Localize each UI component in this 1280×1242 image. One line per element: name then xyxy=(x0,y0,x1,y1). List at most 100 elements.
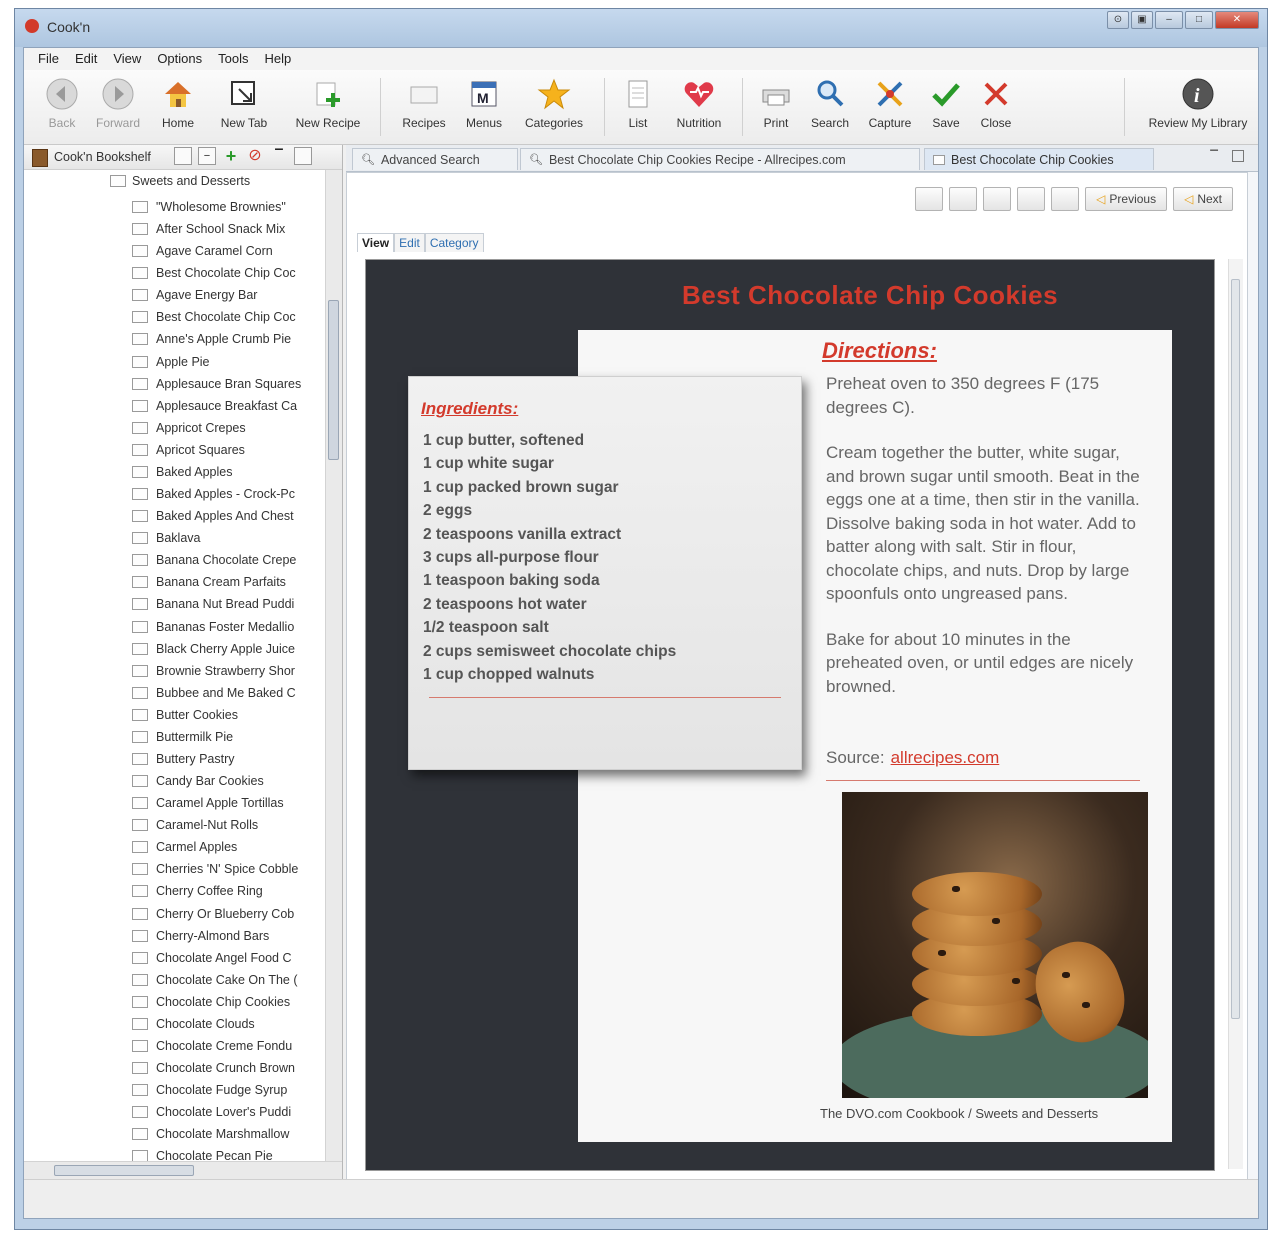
tree-item[interactable]: Apricot Squares xyxy=(132,439,322,461)
back-button[interactable]: Back xyxy=(32,76,92,130)
tree-item[interactable]: Anne's Apple Crumb Pie xyxy=(132,328,322,350)
tree-item[interactable]: After School Snack Mix xyxy=(132,218,322,240)
new-tab-button[interactable]: New Tab xyxy=(214,76,274,130)
tree-item[interactable]: Best Chocolate Chip Coc xyxy=(132,306,322,328)
tree-item[interactable]: Banana Chocolate Crepe xyxy=(132,549,322,571)
review-library-button[interactable]: i Review My Library xyxy=(1136,76,1260,130)
tree-item[interactable]: Black Cherry Apple Juice xyxy=(132,638,322,660)
tree-item[interactable]: Chocolate Marshmallow xyxy=(132,1123,322,1145)
extra-window-button-2[interactable]: ▣ xyxy=(1131,11,1153,29)
minimize-button[interactable]: – xyxy=(1155,11,1183,29)
menus-button[interactable]: M Menus xyxy=(454,76,514,130)
tree-item[interactable]: Brownie Strawberry Shor xyxy=(132,660,322,682)
menu-view[interactable]: View xyxy=(105,48,149,70)
tree-item[interactable]: Cherry-Almond Bars xyxy=(132,925,322,947)
print-button[interactable]: Print xyxy=(746,76,806,130)
menu-tools[interactable]: Tools xyxy=(210,48,256,70)
tree-item[interactable]: Applesauce Breakfast Ca xyxy=(132,395,322,417)
tree-item[interactable]: Best Chocolate Chip Coc xyxy=(132,262,322,284)
tree-item[interactable]: Chocolate Chip Cookies xyxy=(132,991,322,1013)
tree-item[interactable]: Baked Apples - Crock-Pc xyxy=(132,483,322,505)
extra-window-button[interactable]: ⊙ xyxy=(1107,11,1129,29)
tree-item[interactable]: Appricot Crepes xyxy=(132,417,322,439)
tree-item[interactable]: Applesauce Bran Squares xyxy=(132,373,322,395)
nav-button-2[interactable] xyxy=(949,187,978,211)
panel-minimize-icon[interactable]: ▔ xyxy=(270,147,288,165)
new-recipe-button[interactable]: New Recipe xyxy=(288,76,368,130)
panel-maximize-icon[interactable] xyxy=(294,147,312,165)
tree-item[interactable]: Apple Pie xyxy=(132,351,322,373)
close-button[interactable]: Close xyxy=(966,76,1026,130)
tree-item[interactable]: Cherry Or Blueberry Cob xyxy=(132,903,322,925)
tree-item[interactable]: Bananas Foster Medallio xyxy=(132,616,322,638)
collapse-tool-icon[interactable]: − xyxy=(198,147,216,165)
search-button[interactable]: Search xyxy=(800,76,860,130)
tree-item[interactable]: Baked Apples And Chest xyxy=(132,505,322,527)
menu-help[interactable]: Help xyxy=(256,48,299,70)
tree-item[interactable]: Buttermilk Pie xyxy=(132,726,322,748)
tree-horizontal-scrollbar[interactable] xyxy=(24,1161,342,1180)
folder-tool-icon[interactable] xyxy=(174,147,192,165)
tab-advanced-search[interactable]: 🔍︎ Advanced Search xyxy=(352,148,518,170)
forward-button[interactable]: Forward xyxy=(88,76,148,130)
tabs-minimize-icon[interactable]: ▔ xyxy=(1210,151,1218,162)
add-icon[interactable]: + xyxy=(222,147,240,165)
close-window-button[interactable]: ✕ xyxy=(1215,11,1259,29)
delete-icon[interactable]: ⊘ xyxy=(246,147,264,165)
menu-file[interactable]: File xyxy=(30,48,67,70)
tree-item[interactable]: Chocolate Creme Fondu xyxy=(132,1035,322,1057)
nav-button-3[interactable] xyxy=(983,187,1012,211)
tree-item[interactable]: Agave Energy Bar xyxy=(132,284,322,306)
tree-scroll-thumb[interactable] xyxy=(328,300,339,460)
nav-button-5[interactable] xyxy=(1051,187,1080,211)
menu-edit[interactable]: Edit xyxy=(67,48,105,70)
tree-item[interactable]: Baklava xyxy=(132,527,322,549)
tree-hscroll-thumb[interactable] xyxy=(54,1165,194,1176)
tree-item[interactable]: Carmel Apples xyxy=(132,836,322,858)
tree-item[interactable]: Cherries 'N' Spice Cobble xyxy=(132,858,322,880)
tree-item[interactable]: Bubbee and Me Baked C xyxy=(132,682,322,704)
previous-button[interactable]: ◁ Previous xyxy=(1085,187,1168,211)
tab-recipe[interactable]: Best Chocolate Chip Cookies xyxy=(924,148,1154,170)
tree-item[interactable]: "Wholesome Brownies" xyxy=(132,196,322,218)
subtab-edit[interactable]: Edit xyxy=(394,233,425,252)
tree-item[interactable]: Buttery Pastry xyxy=(132,748,322,770)
recipe-vertical-scrollbar[interactable] xyxy=(1228,259,1243,1169)
tree-item[interactable]: Chocolate Lover's Puddi xyxy=(132,1101,322,1123)
tree-item[interactable]: Chocolate Angel Food C xyxy=(132,947,322,969)
tree-item[interactable]: Chocolate Crunch Brown xyxy=(132,1057,322,1079)
tree-item[interactable]: Baked Apples xyxy=(132,461,322,483)
tree-item[interactable]: Banana Nut Bread Puddi xyxy=(132,593,322,615)
subtab-category[interactable]: Category xyxy=(424,233,484,252)
source-link[interactable]: allrecipes.com xyxy=(891,748,1000,767)
tree-item[interactable]: Candy Bar Cookies xyxy=(132,770,322,792)
tree-item[interactable]: Chocolate Fudge Syrup xyxy=(132,1079,322,1101)
tree-item[interactable]: Butter Cookies xyxy=(132,704,322,726)
tree-item[interactable]: Cherry Coffee Ring xyxy=(132,880,322,902)
subtab-view[interactable]: View xyxy=(357,233,395,252)
maximize-button[interactable]: □ xyxy=(1185,11,1213,29)
tree-item[interactable]: Banana Cream Parfaits xyxy=(132,571,322,593)
capture-button[interactable]: Capture xyxy=(860,76,920,130)
tree-item[interactable]: Caramel-Nut Rolls xyxy=(132,814,322,836)
menu-options[interactable]: Options xyxy=(149,48,210,70)
tree-item[interactable]: Chocolate Cake On The ( xyxy=(132,969,322,991)
categories-button[interactable]: Categories xyxy=(516,76,592,130)
nav-button-1[interactable] xyxy=(915,187,944,211)
list-button[interactable]: List xyxy=(608,76,668,130)
tree-item[interactable]: Chocolate Pecan Pie xyxy=(132,1145,322,1162)
tree-vertical-scrollbar[interactable] xyxy=(325,170,342,1162)
recipe-scroll-thumb[interactable] xyxy=(1231,279,1240,1019)
tree-item[interactable]: Caramel Apple Tortillas xyxy=(132,792,322,814)
home-button[interactable]: Home xyxy=(148,76,208,130)
tab-allrecipes[interactable]: 🔍︎ Best Chocolate Chip Cookies Recipe - … xyxy=(520,148,920,170)
nav-button-4[interactable] xyxy=(1017,187,1046,211)
tabs-maximize-icon[interactable] xyxy=(1232,150,1244,162)
next-button[interactable]: ◁ Next xyxy=(1173,187,1233,211)
tree-root-folder[interactable]: Sweets and Desserts xyxy=(110,174,250,188)
nutrition-button[interactable]: Nutrition xyxy=(664,76,734,130)
tree-item[interactable]: Chocolate Clouds xyxy=(132,1013,322,1035)
ingredient-item: 2 cups semisweet chocolate chips xyxy=(423,642,677,660)
tree-item[interactable]: Agave Caramel Corn xyxy=(132,240,322,262)
recipes-button[interactable]: Recipes xyxy=(394,76,454,130)
